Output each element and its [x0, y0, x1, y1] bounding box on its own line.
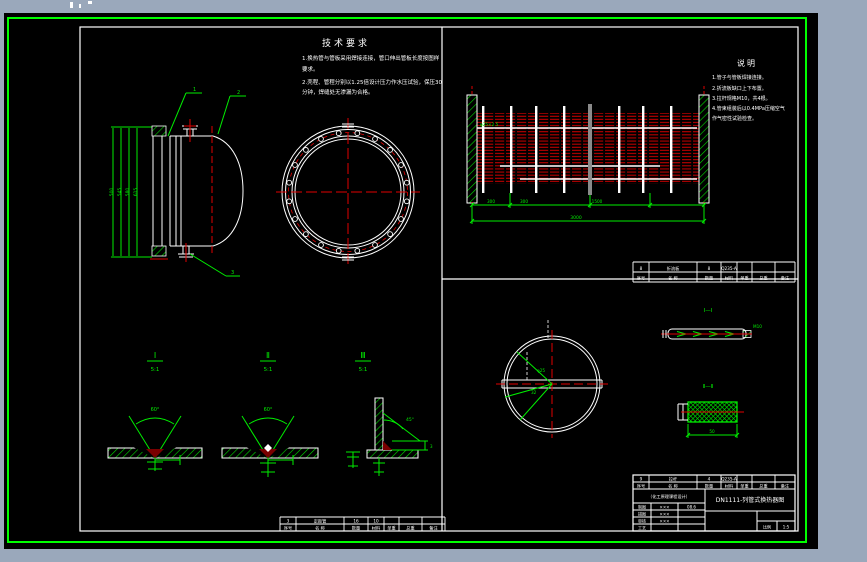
- drawing-title: DN1111-列管式换热器图: [716, 496, 785, 504]
- weld-angle: 60°: [151, 407, 160, 413]
- cad-canvas[interactable]: 技术要求 1.换热管与管板采用焊接连接，管口伸出管板长度按图样 要求。 2.壳程…: [0, 0, 867, 562]
- notes-right-line: 3.拉杆规格M10，共4根。: [712, 95, 771, 102]
- tubesheet-left: [466, 94, 478, 204]
- desktop-artifact: [70, 1, 92, 8]
- notes-right-line: 4.管束组装后以0.4MPa压缩空气: [712, 105, 785, 112]
- bom-cell: 16: [353, 518, 359, 523]
- bom-cell: 折流板: [667, 265, 680, 272]
- bom-cell: 备注: [781, 275, 790, 282]
- bom-cell: 8: [640, 266, 643, 271]
- notes-left-title: 技术要求: [322, 37, 370, 49]
- dim-label: 300: [520, 199, 528, 204]
- bom-cell: 8: [708, 266, 711, 271]
- spacer-dim-label: 50: [709, 429, 715, 434]
- bom-cell: 数量: [705, 275, 713, 282]
- dim-label: 615: [133, 188, 139, 197]
- bom-cell: 4: [708, 476, 711, 481]
- notes-right-line: 1.管子与管板焊接连接。: [712, 74, 767, 81]
- scale-value: 1:5: [783, 525, 790, 530]
- bom-cell: 序号: [637, 482, 645, 489]
- titleblock-row-label: 工艺: [638, 526, 646, 531]
- tube-size-label: φ25×2.5: [480, 122, 499, 127]
- notes-left-line: 2.壳程、管程分别以1.25倍设计压力作水压试验，保压30: [302, 78, 442, 86]
- bom-cell: 单重: [740, 482, 748, 489]
- section-label: Ⅱ—Ⅱ: [703, 384, 714, 390]
- bom-cell: 名 称: [668, 275, 678, 282]
- bom-cell: 序号: [637, 275, 645, 282]
- drawing-sheet[interactable]: [4, 13, 818, 549]
- pitch-dim-label: 32: [531, 390, 537, 395]
- bom-cell: 定距管: [314, 517, 327, 524]
- weld-angle: 45°: [406, 417, 414, 423]
- titleblock-row-name: ×××: [659, 519, 669, 524]
- notes-left-line: 要求。: [302, 65, 319, 73]
- bom-cell: 单重: [387, 525, 395, 532]
- bom-cell: 材料: [725, 482, 734, 489]
- bom-cell: 3: [287, 518, 290, 523]
- bom-cell: 数量: [352, 525, 360, 532]
- notes-right-title: 说明: [737, 58, 757, 68]
- hole-dim-label: φ25: [537, 368, 545, 373]
- desktop: 技术要求 1.换热管与管板采用焊接连接，管口伸出管板长度按图样 要求。 2.壳程…: [0, 0, 867, 562]
- bom-cell: 名 称: [315, 525, 325, 532]
- bom-cell: Q235-A: [721, 266, 737, 271]
- titleblock-row-date: 08.6: [687, 505, 696, 510]
- dim-total-label: 3000: [570, 215, 582, 221]
- titleblock-row-label: 制图: [638, 504, 646, 510]
- bom-cell: 材料: [725, 275, 734, 282]
- detail-numeral: Ⅱ: [266, 351, 270, 360]
- bom-cell: Q235-A: [721, 476, 737, 481]
- callout-label: 2: [237, 90, 240, 96]
- titleblock-row-name: ×××: [659, 512, 669, 517]
- bom-cell: 拉杆: [669, 475, 678, 482]
- thread-label: M10: [753, 324, 762, 329]
- bom-cell: 备注: [429, 525, 438, 532]
- bom-cell: 9: [640, 476, 643, 481]
- bom-cell: 材料: [372, 525, 381, 532]
- detail-scale: 5:1: [264, 367, 273, 373]
- callout-label: 1: [193, 87, 196, 93]
- detail-scale: 5:1: [359, 367, 368, 373]
- titleblock-row-label: 审核: [638, 518, 646, 524]
- detail-numeral: Ⅰ: [154, 351, 156, 360]
- bundle-centerline-bar: [588, 104, 592, 195]
- dim-label: 545: [117, 188, 123, 197]
- scale-label: 比例: [763, 524, 771, 530]
- detail-numeral: Ⅲ: [360, 351, 366, 360]
- notes-left-line: 1.换热管与管板采用焊接连接，管口伸出管板长度按图样: [302, 54, 440, 62]
- bom-cell: 数量: [705, 482, 713, 489]
- flange-gasket-bottom: [151, 245, 167, 257]
- notes-right-line: 作气密性试验检查。: [712, 115, 757, 122]
- flange-gasket-top: [151, 125, 167, 137]
- dim-label: 300: [487, 199, 495, 204]
- notes-right-line: 2.折流板缺口上下布置。: [712, 85, 767, 92]
- bom-cell: 单重: [740, 275, 748, 282]
- bom-cell: 总重: [759, 275, 767, 281]
- company-name: （化工原理课程设计）: [648, 493, 690, 500]
- section-label: Ⅰ—Ⅰ: [704, 308, 713, 314]
- bom-cell: 名 称: [668, 482, 678, 489]
- dim-label: 500: [109, 188, 115, 197]
- detail-scale: 5:1: [151, 367, 160, 373]
- dim-label: 1500: [592, 199, 603, 204]
- bom-cell: 序号: [284, 525, 292, 532]
- weld-angle: 60°: [264, 407, 273, 413]
- titleblock-row-label: 描图: [638, 511, 646, 517]
- notes-left-line: 分钟，焊缝处无渗漏为合格。: [302, 88, 374, 96]
- bom-cell: 总重: [406, 525, 414, 531]
- bom-cell: 总重: [759, 482, 767, 488]
- callout-label: 3: [231, 270, 234, 276]
- tubesheet-right: [698, 94, 710, 204]
- titleblock-row-name: ×××: [659, 505, 669, 510]
- bom-cell: 10: [373, 518, 379, 523]
- bom-cell: 备注: [781, 482, 790, 489]
- dim-label: 580: [125, 188, 131, 197]
